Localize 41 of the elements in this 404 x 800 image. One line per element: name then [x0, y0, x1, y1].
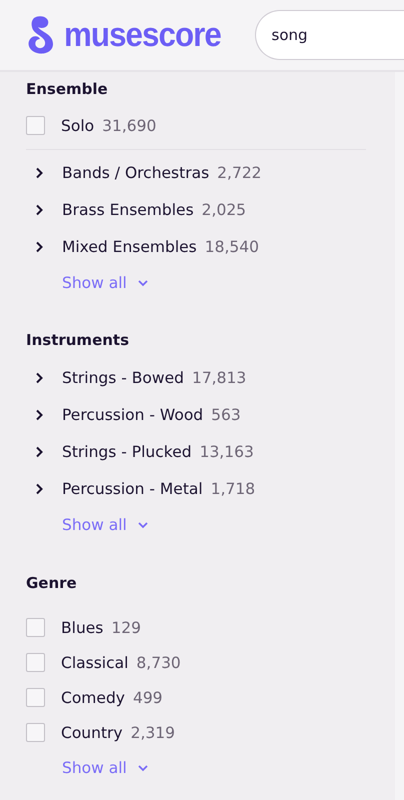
filter-label: Country [61, 724, 123, 742]
checkbox[interactable] [26, 618, 45, 637]
filter-count: 1,718 [210, 480, 256, 498]
logo-text[interactable]: musescore [64, 16, 221, 54]
search-field[interactable]: song [254, 10, 404, 60]
filter-count: 2,722 [217, 164, 262, 182]
filter-label: Percussion - Metal [62, 480, 203, 498]
filter-label: Strings - Plucked [62, 442, 192, 460]
filter-count: 129 [111, 618, 141, 636]
caret-icon [136, 764, 149, 772]
filter-label: Bands / Orchestras [62, 164, 210, 182]
section-title: Instruments [26, 330, 130, 351]
checkbox[interactable] [26, 723, 45, 742]
show-all-link[interactable]: Show all [26, 507, 369, 543]
filter-count: 17,813 [192, 368, 246, 386]
section-title: Ensemble [26, 79, 109, 100]
filter-label: Percussion - Wood [62, 406, 204, 424]
filter-label: Mixed Ensembles [62, 238, 197, 256]
filter-count: 2,319 [130, 724, 175, 742]
filter-label: Comedy [61, 688, 125, 706]
filter-count: 563 [211, 406, 241, 424]
show-all-link[interactable]: Show all [26, 750, 369, 786]
section-title: Genre [26, 573, 78, 594]
filter-label: Classical [61, 654, 128, 672]
filter-count: 18,540 [204, 238, 260, 256]
checkbox[interactable] [26, 653, 45, 672]
filter-count: 8,730 [136, 654, 181, 672]
checkbox[interactable] [26, 116, 45, 135]
filter-label: Strings - Bowed [62, 368, 184, 386]
checkbox[interactable] [26, 688, 45, 707]
logo-icon[interactable] [26, 15, 56, 55]
caret-icon [136, 279, 149, 287]
filter-count: 31,690 [102, 116, 156, 134]
filter-count: 13,163 [200, 442, 254, 460]
filter-label: Solo [61, 116, 94, 134]
filter-count: 2,025 [202, 200, 246, 218]
filter-label: Brass Ensembles [62, 200, 194, 218]
filter-label: Blues [61, 618, 104, 636]
show-all-link[interactable]: Show all [26, 265, 369, 301]
filter-count: 499 [132, 688, 163, 706]
caret-icon [136, 521, 149, 529]
